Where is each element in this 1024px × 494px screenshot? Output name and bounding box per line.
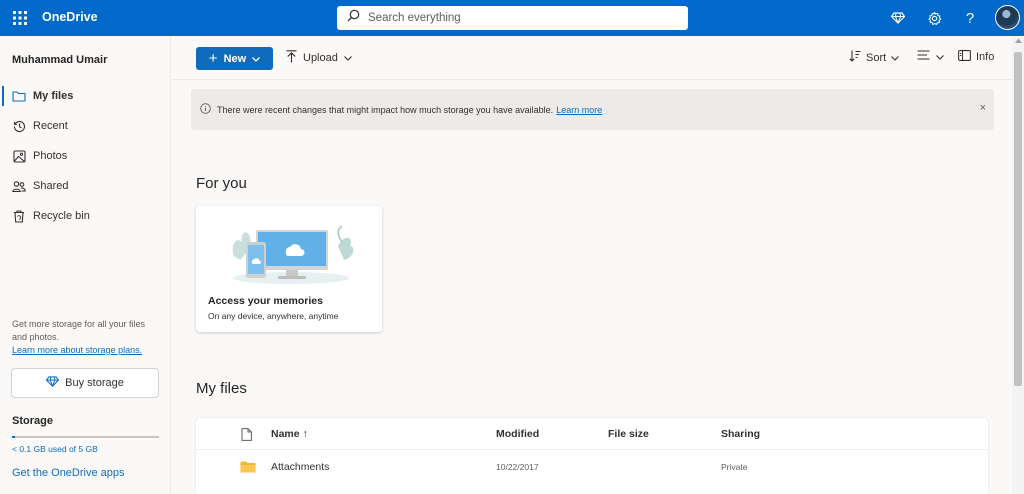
folder-icon: [12, 89, 26, 103]
column-header-modified[interactable]: Modified: [496, 418, 539, 450]
storage-progress-fill: [12, 436, 15, 438]
help-question-icon[interactable]: ?: [959, 7, 981, 29]
table-header: Name ↑ Modified File size Sharing: [196, 418, 988, 450]
search-icon: [347, 9, 360, 27]
column-header-name[interactable]: Name ↑: [271, 418, 308, 450]
close-icon[interactable]: ×: [980, 102, 986, 114]
sidebar-item-my-files[interactable]: My files: [0, 81, 171, 111]
buy-storage-label: Buy storage: [65, 377, 124, 389]
sidebar-item-recycle-bin[interactable]: Recycle bin: [0, 201, 171, 231]
info-pane-icon: [958, 50, 971, 64]
search-box[interactable]: [337, 6, 688, 30]
chevron-down-icon: [936, 51, 944, 63]
sidebar-item-recent[interactable]: Recent: [0, 111, 171, 141]
people-icon: [12, 179, 26, 193]
search-input[interactable]: [368, 12, 668, 24]
table-row[interactable]: Attachments 10/22/2017 Private: [196, 451, 988, 483]
info-circle-icon: [200, 103, 211, 116]
sidebar-item-shared[interactable]: Shared: [0, 171, 171, 201]
column-header-sharing[interactable]: Sharing: [721, 418, 760, 450]
premium-diamond-icon[interactable]: [887, 7, 909, 29]
info-button-label: Info: [976, 51, 995, 63]
command-bar: + New Upload Sort Info: [172, 36, 1012, 80]
chevron-down-icon: [891, 52, 900, 64]
scroll-up-arrow-icon[interactable]: [1012, 38, 1024, 48]
storage-used-text[interactable]: < 0.1 GB used of 5 GB: [12, 444, 98, 454]
view-options-button[interactable]: [917, 50, 944, 63]
upload-arrow-icon: [286, 50, 297, 66]
storage-progress-bar: [12, 436, 159, 438]
sidebar-item-label: Recycle bin: [33, 210, 90, 222]
main-content: There were recent changes that might imp…: [172, 80, 1012, 494]
buy-storage-button[interactable]: Buy storage: [11, 368, 159, 398]
top-bar: OneDrive ?: [0, 0, 1024, 36]
file-type-column-icon[interactable]: [241, 418, 252, 450]
sidebar: Muhammad Umair My files Recent Photos Sh…: [0, 36, 171, 494]
upload-button-label: Upload: [303, 52, 338, 64]
folder-icon: [240, 451, 256, 483]
sidebar-item-label: Shared: [33, 180, 69, 192]
devices-illustration: [232, 225, 354, 284]
sidebar-item-label: Photos: [33, 150, 68, 162]
chevron-down-icon: [252, 53, 261, 65]
file-sharing: Private: [721, 462, 748, 472]
for-you-heading: For you: [196, 175, 247, 192]
card-subtitle: On any device, anywhere, anytime: [208, 311, 339, 321]
recent-clock-icon: [12, 119, 26, 133]
app-launcher-icon[interactable]: [8, 6, 32, 30]
photo-icon: [12, 149, 26, 163]
user-name: Muhammad Umair: [12, 54, 108, 66]
info-button[interactable]: Info: [958, 50, 999, 64]
file-name[interactable]: Attachments: [271, 451, 329, 483]
chevron-down-icon: [343, 52, 352, 64]
card-title: Access your memories: [208, 295, 323, 307]
list-view-icon: [917, 50, 930, 63]
sidebar-item-photos[interactable]: Photos: [0, 141, 171, 171]
memories-card[interactable]: Access your memories On any device, anyw…: [196, 206, 382, 332]
banner-learn-more-link[interactable]: Learn more: [556, 105, 602, 115]
recycle-bin-icon: [12, 209, 26, 223]
app-title[interactable]: OneDrive: [42, 10, 98, 24]
upload-button[interactable]: Upload: [286, 50, 352, 66]
sidebar-nav: My files Recent Photos Shared Recycle bi…: [0, 81, 171, 231]
column-header-file-size[interactable]: File size: [608, 418, 649, 450]
storage-notice-banner: There were recent changes that might imp…: [191, 89, 994, 130]
sidebar-item-label: Recent: [33, 120, 68, 132]
plus-icon: +: [208, 50, 218, 67]
banner-text: There were recent changes that might imp…: [217, 104, 554, 115]
sidebar-item-label: My files: [33, 90, 74, 102]
scrollbar-thumb[interactable]: [1014, 52, 1022, 386]
diamond-icon: [46, 376, 60, 390]
sort-button-label: Sort: [866, 51, 887, 64]
storage-promo-text: Get more storage for all your files and …: [12, 319, 146, 342]
avatar[interactable]: [995, 5, 1020, 30]
new-button[interactable]: + New: [196, 47, 273, 70]
sort-button[interactable]: Sort: [849, 50, 900, 65]
file-modified: 10/22/2017: [496, 462, 539, 472]
settings-gear-icon[interactable]: [923, 7, 945, 29]
my-files-heading: My files: [196, 380, 247, 397]
storage-plans-link[interactable]: Learn more about storage plans.: [12, 345, 142, 355]
get-apps-link[interactable]: Get the OneDrive apps: [12, 467, 125, 479]
sort-icon: [849, 50, 861, 65]
new-button-label: New: [223, 52, 247, 65]
storage-title: Storage: [12, 415, 53, 427]
files-table: Name ↑ Modified File size Sharing Attach…: [196, 418, 988, 494]
